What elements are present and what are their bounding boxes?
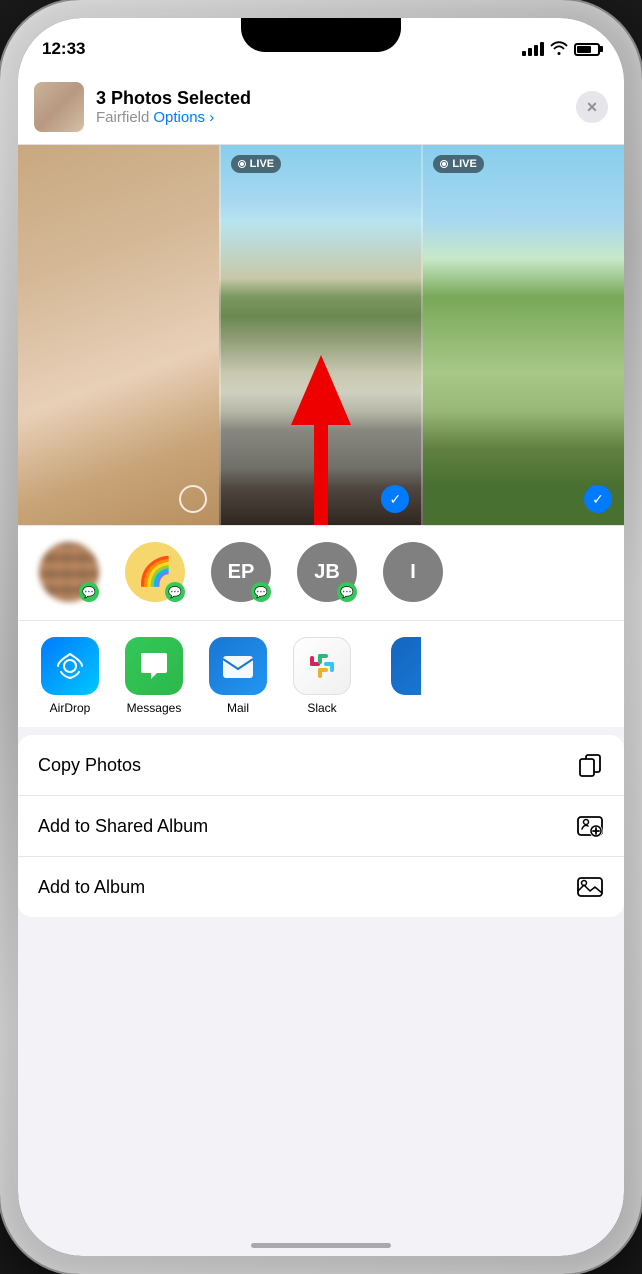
battery-icon <box>574 43 600 56</box>
phone-screen: 12:33 <box>18 18 624 1256</box>
contact-item-partial[interactable]: I <box>378 542 448 608</box>
phone-frame: 12:33 <box>0 0 642 1274</box>
header-subtitle: Fairfield Options › <box>96 109 564 126</box>
app-item-mail[interactable]: Mail <box>202 637 274 715</box>
partial-app-icon <box>391 637 421 695</box>
live-dot-right-icon <box>440 160 448 168</box>
airdrop-label: AirDrop <box>50 701 91 715</box>
screen-content: 3 Photos Selected Fairfield Options › ✕ <box>18 68 624 1256</box>
contacts-row: 💬 🌈 💬 <box>18 525 624 620</box>
messages-label: Messages <box>127 701 182 715</box>
app-item-airdrop[interactable]: AirDrop <box>34 637 106 715</box>
contact-item-rainbow[interactable]: 🌈 💬 <box>120 542 190 608</box>
apps-row: AirDrop Messages <box>18 620 624 727</box>
photos-selected-title: 3 Photos Selected <box>96 88 564 109</box>
action-list: Copy Photos Add to Shared Album <box>18 735 624 917</box>
close-button[interactable]: ✕ <box>576 91 608 123</box>
notch <box>241 18 401 52</box>
add-album-icon <box>576 873 604 901</box>
photos-strip: LIVE ✓ LIVE ✓ <box>18 145 624 525</box>
message-icon: 💬 <box>82 586 96 599</box>
select-circle-center[interactable]: ✓ <box>381 485 409 513</box>
app-item-partial[interactable] <box>370 637 442 715</box>
messages-icon <box>125 637 183 695</box>
select-circle-left[interactable] <box>179 485 207 513</box>
message-badge-rainbow: 💬 <box>165 582 185 602</box>
photo-thumbnail <box>34 82 84 132</box>
message-icon-rainbow: 💬 <box>168 586 182 599</box>
contact-item-1[interactable]: 💬 <box>34 542 104 608</box>
status-bar: 12:33 <box>18 18 624 68</box>
airdrop-icon <box>41 637 99 695</box>
message-badge-ep: 💬 <box>251 582 271 602</box>
add-album-row[interactable]: Add to Album <box>18 857 624 917</box>
select-circle-right[interactable]: ✓ <box>584 485 612 513</box>
add-shared-album-row[interactable]: Add to Shared Album <box>18 796 624 857</box>
add-shared-album-label: Add to Shared Album <box>38 816 208 837</box>
mail-label: Mail <box>227 701 249 715</box>
copy-photos-label: Copy Photos <box>38 755 141 776</box>
app-item-slack[interactable]: Slack <box>286 637 358 715</box>
status-icons <box>522 41 600 58</box>
contact-item-ep[interactable]: EP 💬 <box>206 542 276 608</box>
photo-center[interactable]: LIVE ✓ <box>219 145 424 525</box>
photo-left[interactable] <box>18 145 219 525</box>
add-album-label: Add to Album <box>38 877 145 898</box>
header-text: 3 Photos Selected Fairfield Options › <box>96 88 564 126</box>
add-shared-album-icon <box>576 812 604 840</box>
message-badge-1: 💬 <box>79 582 99 602</box>
options-link[interactable]: Options › <box>153 109 214 126</box>
status-time: 12:33 <box>42 39 85 59</box>
photo-right[interactable]: LIVE ✓ <box>423 145 624 525</box>
message-icon-ep: 💬 <box>254 586 268 599</box>
slack-icon <box>293 637 351 695</box>
message-icon-jb: 💬 <box>340 586 354 599</box>
slack-label: Slack <box>307 701 336 715</box>
home-indicator <box>251 1243 391 1248</box>
mail-icon <box>209 637 267 695</box>
share-header: 3 Photos Selected Fairfield Options › ✕ <box>18 68 624 145</box>
contact-item-jb[interactable]: JB 💬 <box>292 542 362 608</box>
message-badge-jb: 💬 <box>337 582 357 602</box>
location-label: Fairfield <box>96 109 149 126</box>
copy-photos-row[interactable]: Copy Photos <box>18 735 624 796</box>
wifi-icon <box>550 41 568 58</box>
live-badge-center: LIVE <box>231 155 281 173</box>
copy-photos-icon <box>576 751 604 779</box>
live-badge-right: LIVE <box>433 155 483 173</box>
live-dot-icon <box>238 160 246 168</box>
app-item-messages[interactable]: Messages <box>118 637 190 715</box>
signal-bars-icon <box>522 42 544 56</box>
